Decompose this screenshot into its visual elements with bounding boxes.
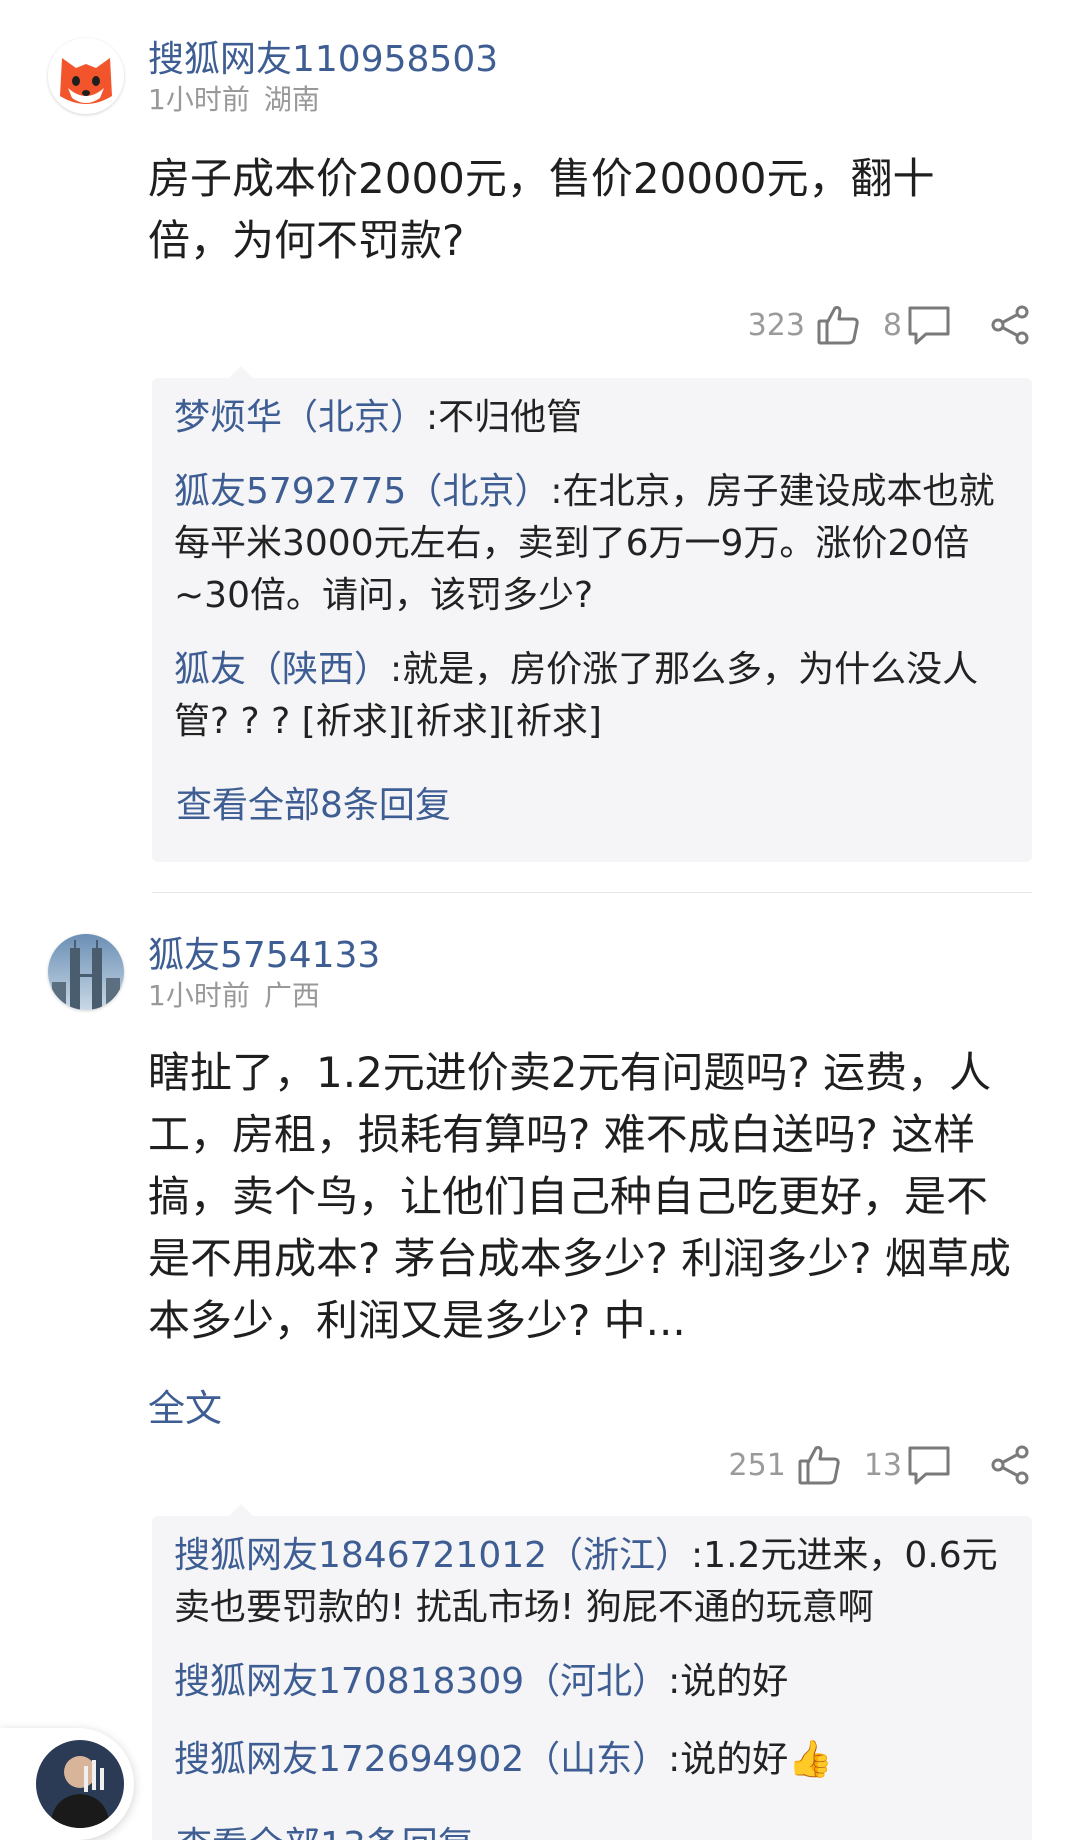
person-avatar-icon [36,1740,124,1828]
full-text-link[interactable]: 全文 [148,1378,222,1432]
thumbs-up-icon [815,302,861,348]
reply-button[interactable]: 8 [883,302,952,348]
share-button[interactable] [988,1443,1032,1487]
skyscraper-icon [48,934,124,1010]
reply-item[interactable]: 狐友5792775（北京）:在北京，房子建设成本也就每平米3000元左右，卖到了… [174,466,1014,622]
comment-text[interactable]: 瞎扯了，1.2元进价卖2元有问题吗? 运费，人工，房租，损耗有算吗? 难不成白送… [148,1042,1018,1352]
reply-count: 8 [882,307,902,343]
comment-time: 1小时前 [148,979,250,1012]
comment-text[interactable]: 房子成本价2000元，售价20000元，翻十倍，为何不罚款? [148,148,1018,272]
fox-icon [48,38,124,114]
reply-author[interactable]: 搜狐网友170818309（河北） [174,1661,668,1702]
share-icon [988,1443,1032,1487]
view-all-replies-link[interactable]: 查看全部8条回复 [176,776,451,828]
comment-actions: 251 13 [729,1440,1032,1490]
reply-item[interactable]: 梦烦华（北京）:不归他管 [174,392,1014,444]
reply-button[interactable]: 13 [864,1442,952,1488]
user-avatar[interactable] [48,38,124,114]
reply-author[interactable]: 梦烦华（北京） [174,397,426,438]
like-count: 251 [728,1447,786,1483]
reply-box: 搜狐网友1846721012（浙江）:1.2元进来，0.6元卖也要罚款的! 扰乱… [152,1504,1032,1840]
comment-divider [152,892,1032,893]
username[interactable]: 搜狐网友110958503 [148,30,498,82]
reply-author[interactable]: 狐友（陕西） [174,649,390,690]
reply-item[interactable]: 狐友（陕西）:就是，房价涨了那么多，为什么没人管? ? ? [祈求][祈求][祈… [174,644,1014,748]
user-avatar[interactable] [48,934,124,1010]
reply-text: :说的好👍 [668,1739,834,1780]
reply-author[interactable]: 搜狐网友1846721012（浙江） [174,1535,691,1576]
reply-item[interactable]: 搜狐网友172694902（山东）:说的好👍 [174,1734,1014,1786]
thumbs-up-icon [796,1442,842,1488]
reply-count: 13 [863,1447,902,1483]
comment-time: 1小时前 [148,83,250,116]
like-count: 323 [747,307,805,343]
share-icon [988,303,1032,347]
comment-bubble-icon [906,1442,952,1488]
comment-meta: 1小时前 广西 [148,974,320,1014]
reply-box: 梦烦华（北京）:不归他管 狐友5792775（北京）:在北京，房子建设成本也就每… [152,366,1032,862]
view-all-replies-link[interactable]: 查看全部13条回复 [176,1816,474,1840]
like-button[interactable]: 323 [748,302,861,348]
comment-feed: 搜狐网友110958503 1小时前 湖南 房子成本价2000元，售价20000元… [0,0,1080,1840]
reply-author[interactable]: 狐友5792775（北京） [174,471,550,512]
reply-item[interactable]: 搜狐网友170818309（河北）:说的好 [174,1656,1014,1708]
reply-text: :不归他管 [426,397,583,438]
reply-author[interactable]: 搜狐网友172694902（山东） [174,1739,668,1780]
comment-location: 广西 [263,979,320,1012]
comment-actions: 323 8 [748,300,1032,350]
comment-bubble-icon [906,302,952,348]
like-button[interactable]: 251 [729,1442,842,1488]
comment-meta: 1小时前 湖南 [148,78,320,118]
username[interactable]: 狐友5754133 [148,926,380,978]
floating-player[interactable] [0,1728,134,1840]
reply-text: :说的好 [668,1661,789,1702]
share-button[interactable] [988,303,1032,347]
comment-location: 湖南 [263,83,320,116]
reply-item[interactable]: 搜狐网友1846721012（浙江）:1.2元进来，0.6元卖也要罚款的! 扰乱… [174,1530,1014,1634]
